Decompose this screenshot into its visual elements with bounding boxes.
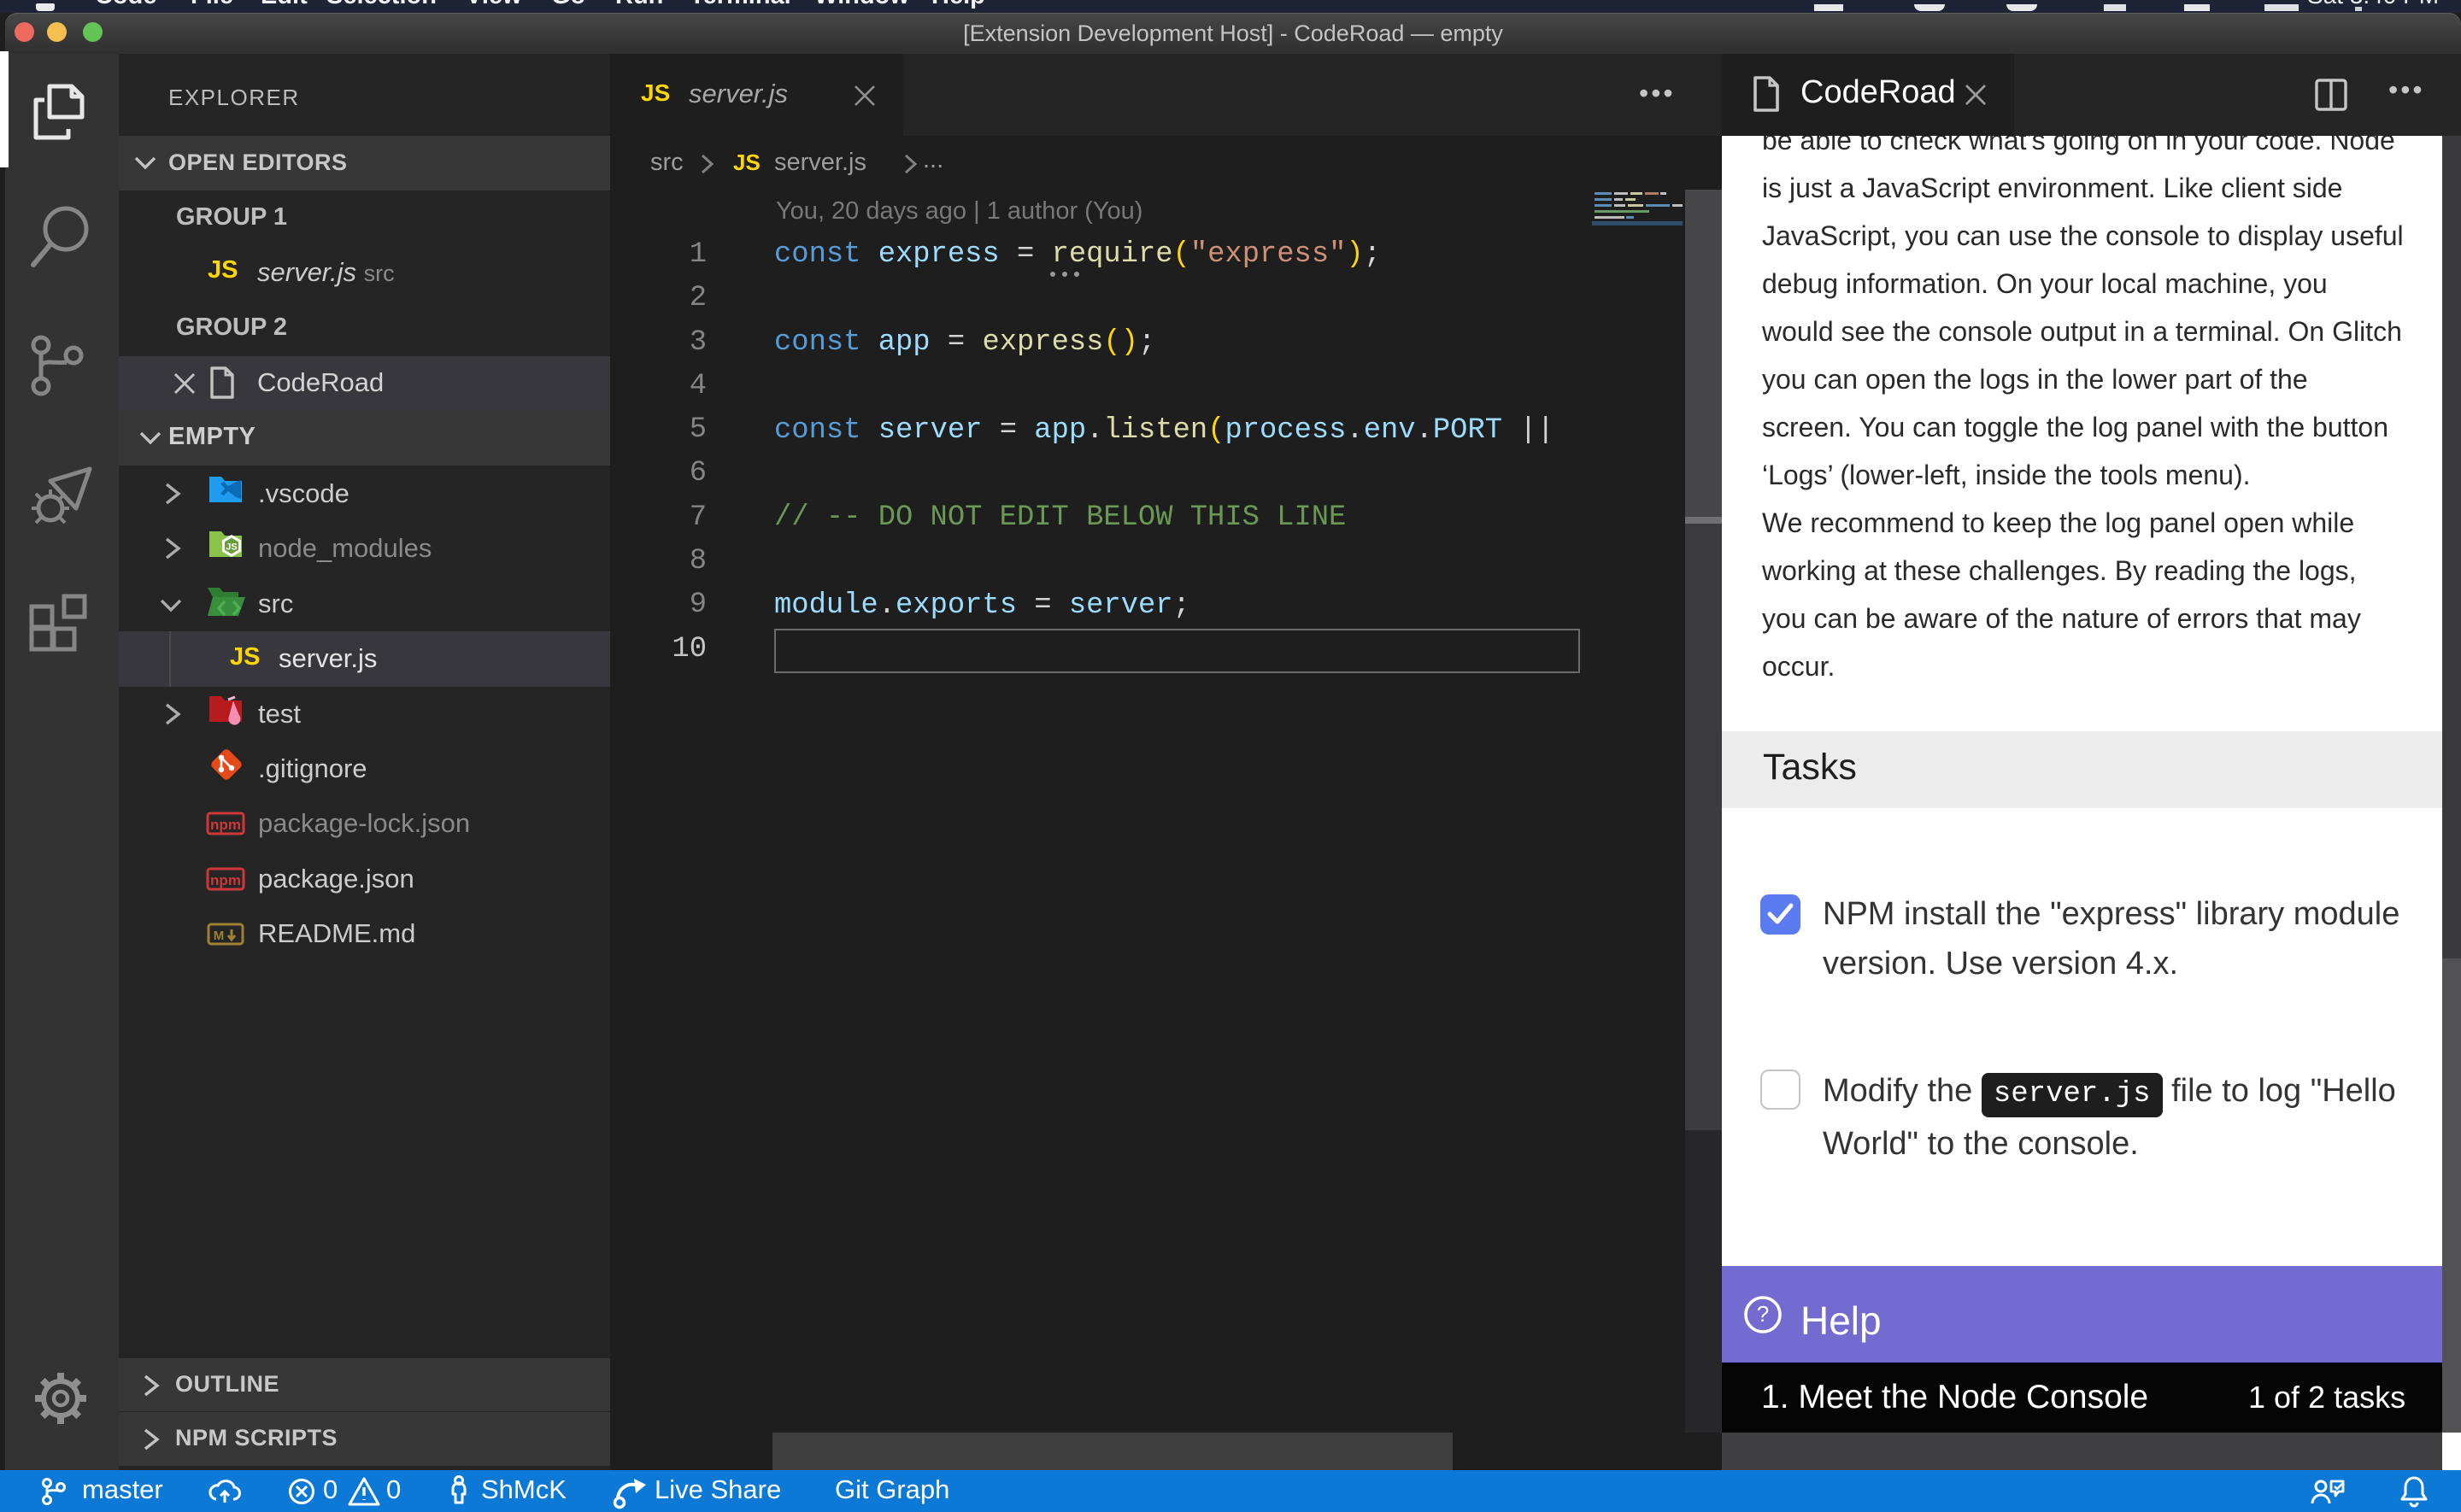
svg-text:npm: npm <box>210 817 241 833</box>
svg-text:?: ? <box>1757 1301 1769 1327</box>
svg-text:M: M <box>214 929 225 943</box>
svg-text:npm: npm <box>210 872 241 888</box>
svg-text:JS: JS <box>226 542 237 553</box>
